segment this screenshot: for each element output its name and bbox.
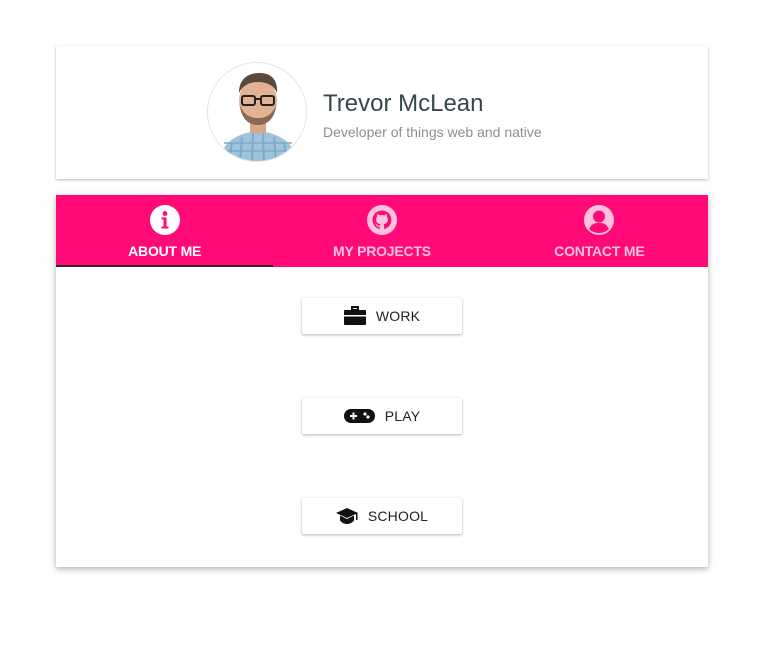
- profile-name: Trevor McLean: [323, 90, 484, 117]
- tab-about-me[interactable]: ABOUT ME: [56, 195, 274, 267]
- play-button[interactable]: PLAY: [302, 398, 462, 434]
- active-tab-indicator: [56, 265, 274, 267]
- briefcase-icon: [343, 306, 366, 325]
- work-button[interactable]: WORK: [302, 298, 462, 334]
- school-button-label: SCHOOL: [367, 508, 429, 524]
- profile-card: Trevor McLean Developer of things web an…: [56, 46, 708, 179]
- info-icon: [149, 205, 180, 235]
- profile-tagline: Developer of things web and native: [323, 124, 542, 140]
- tab-contact-me-label: CONTACT ME: [554, 243, 645, 259]
- tab-bar: ABOUT ME MY PROJECTS CONTACT ME: [56, 195, 708, 267]
- person-icon: [584, 205, 615, 235]
- play-button-label: PLAY: [384, 408, 421, 424]
- school-button[interactable]: SCHOOL: [302, 498, 462, 534]
- tab-my-projects[interactable]: MY PROJECTS: [273, 195, 490, 267]
- tabs-card: ABOUT ME MY PROJECTS CONTACT ME WORK PLA…: [56, 195, 708, 567]
- gamepad-icon: [343, 409, 375, 423]
- avatar: [207, 62, 307, 162]
- tab-my-projects-label: MY PROJECTS: [333, 243, 431, 259]
- graduation-cap-icon: [335, 508, 358, 524]
- tab-about-me-label: ABOUT ME: [128, 243, 202, 259]
- tab-contact-me[interactable]: CONTACT ME: [491, 195, 708, 267]
- work-button-label: WORK: [375, 308, 421, 324]
- github-icon: [366, 205, 397, 235]
- avatar-photo-icon: [208, 63, 306, 161]
